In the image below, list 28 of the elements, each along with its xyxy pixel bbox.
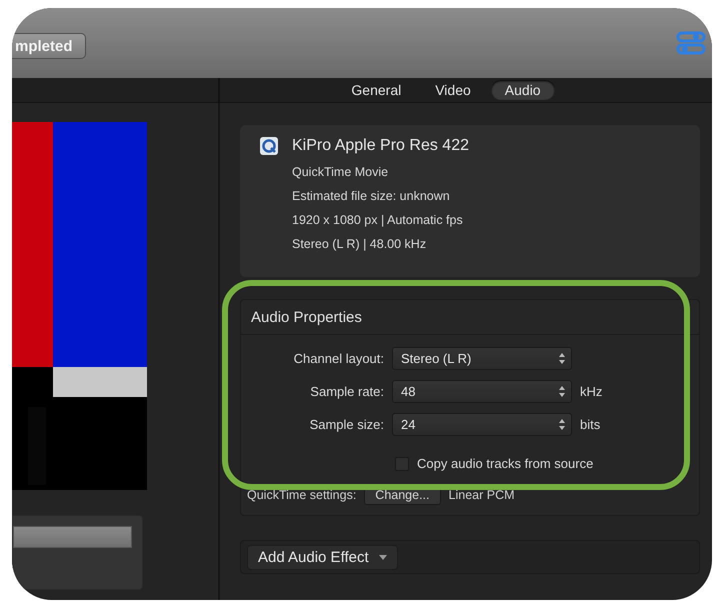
- codec-text: Linear PCM: [448, 488, 515, 502]
- add-effect-button[interactable]: Add Audio Effect: [247, 544, 398, 570]
- updown-icon: [559, 419, 565, 430]
- tab[interactable]: Audio: [490, 80, 555, 100]
- checkbox-label: Copy audio tracks from source: [417, 456, 594, 471]
- dropdown[interactable]: Stereo (L R): [392, 347, 572, 370]
- unit-label: kHz: [580, 384, 602, 399]
- field-label: QuickTime settings:: [247, 488, 356, 502]
- input-field[interactable]: [13, 526, 132, 548]
- section-title: Audio Properties: [241, 300, 699, 335]
- info-text: 1920 x 1080 px | Automatic fps: [292, 213, 464, 227]
- preset-title: KiPro Apple Pro Res 422: [292, 137, 469, 155]
- field-label: Sample rate:: [309, 384, 384, 399]
- info-text: QuickTime Movie: [292, 165, 390, 179]
- field-label: Channel layout:: [292, 351, 384, 366]
- caret-icon: [378, 554, 387, 560]
- info-text: Stereo (L R) | 48.00 kHz: [292, 237, 428, 251]
- dropdown[interactable]: 24: [392, 413, 572, 436]
- sliders-icon[interactable]: [676, 31, 706, 55]
- tab[interactable]: Video: [421, 80, 485, 100]
- updown-icon: [559, 353, 565, 364]
- tab[interactable]: General: [337, 80, 416, 100]
- dropdown[interactable]: 48: [392, 380, 572, 403]
- info-text: Estimated file size: unknown: [292, 189, 451, 203]
- field-label: Sample size:: [308, 417, 384, 432]
- quicktime-icon: [260, 137, 278, 155]
- updown-icon: [559, 386, 565, 397]
- unit-label: bits: [580, 417, 600, 432]
